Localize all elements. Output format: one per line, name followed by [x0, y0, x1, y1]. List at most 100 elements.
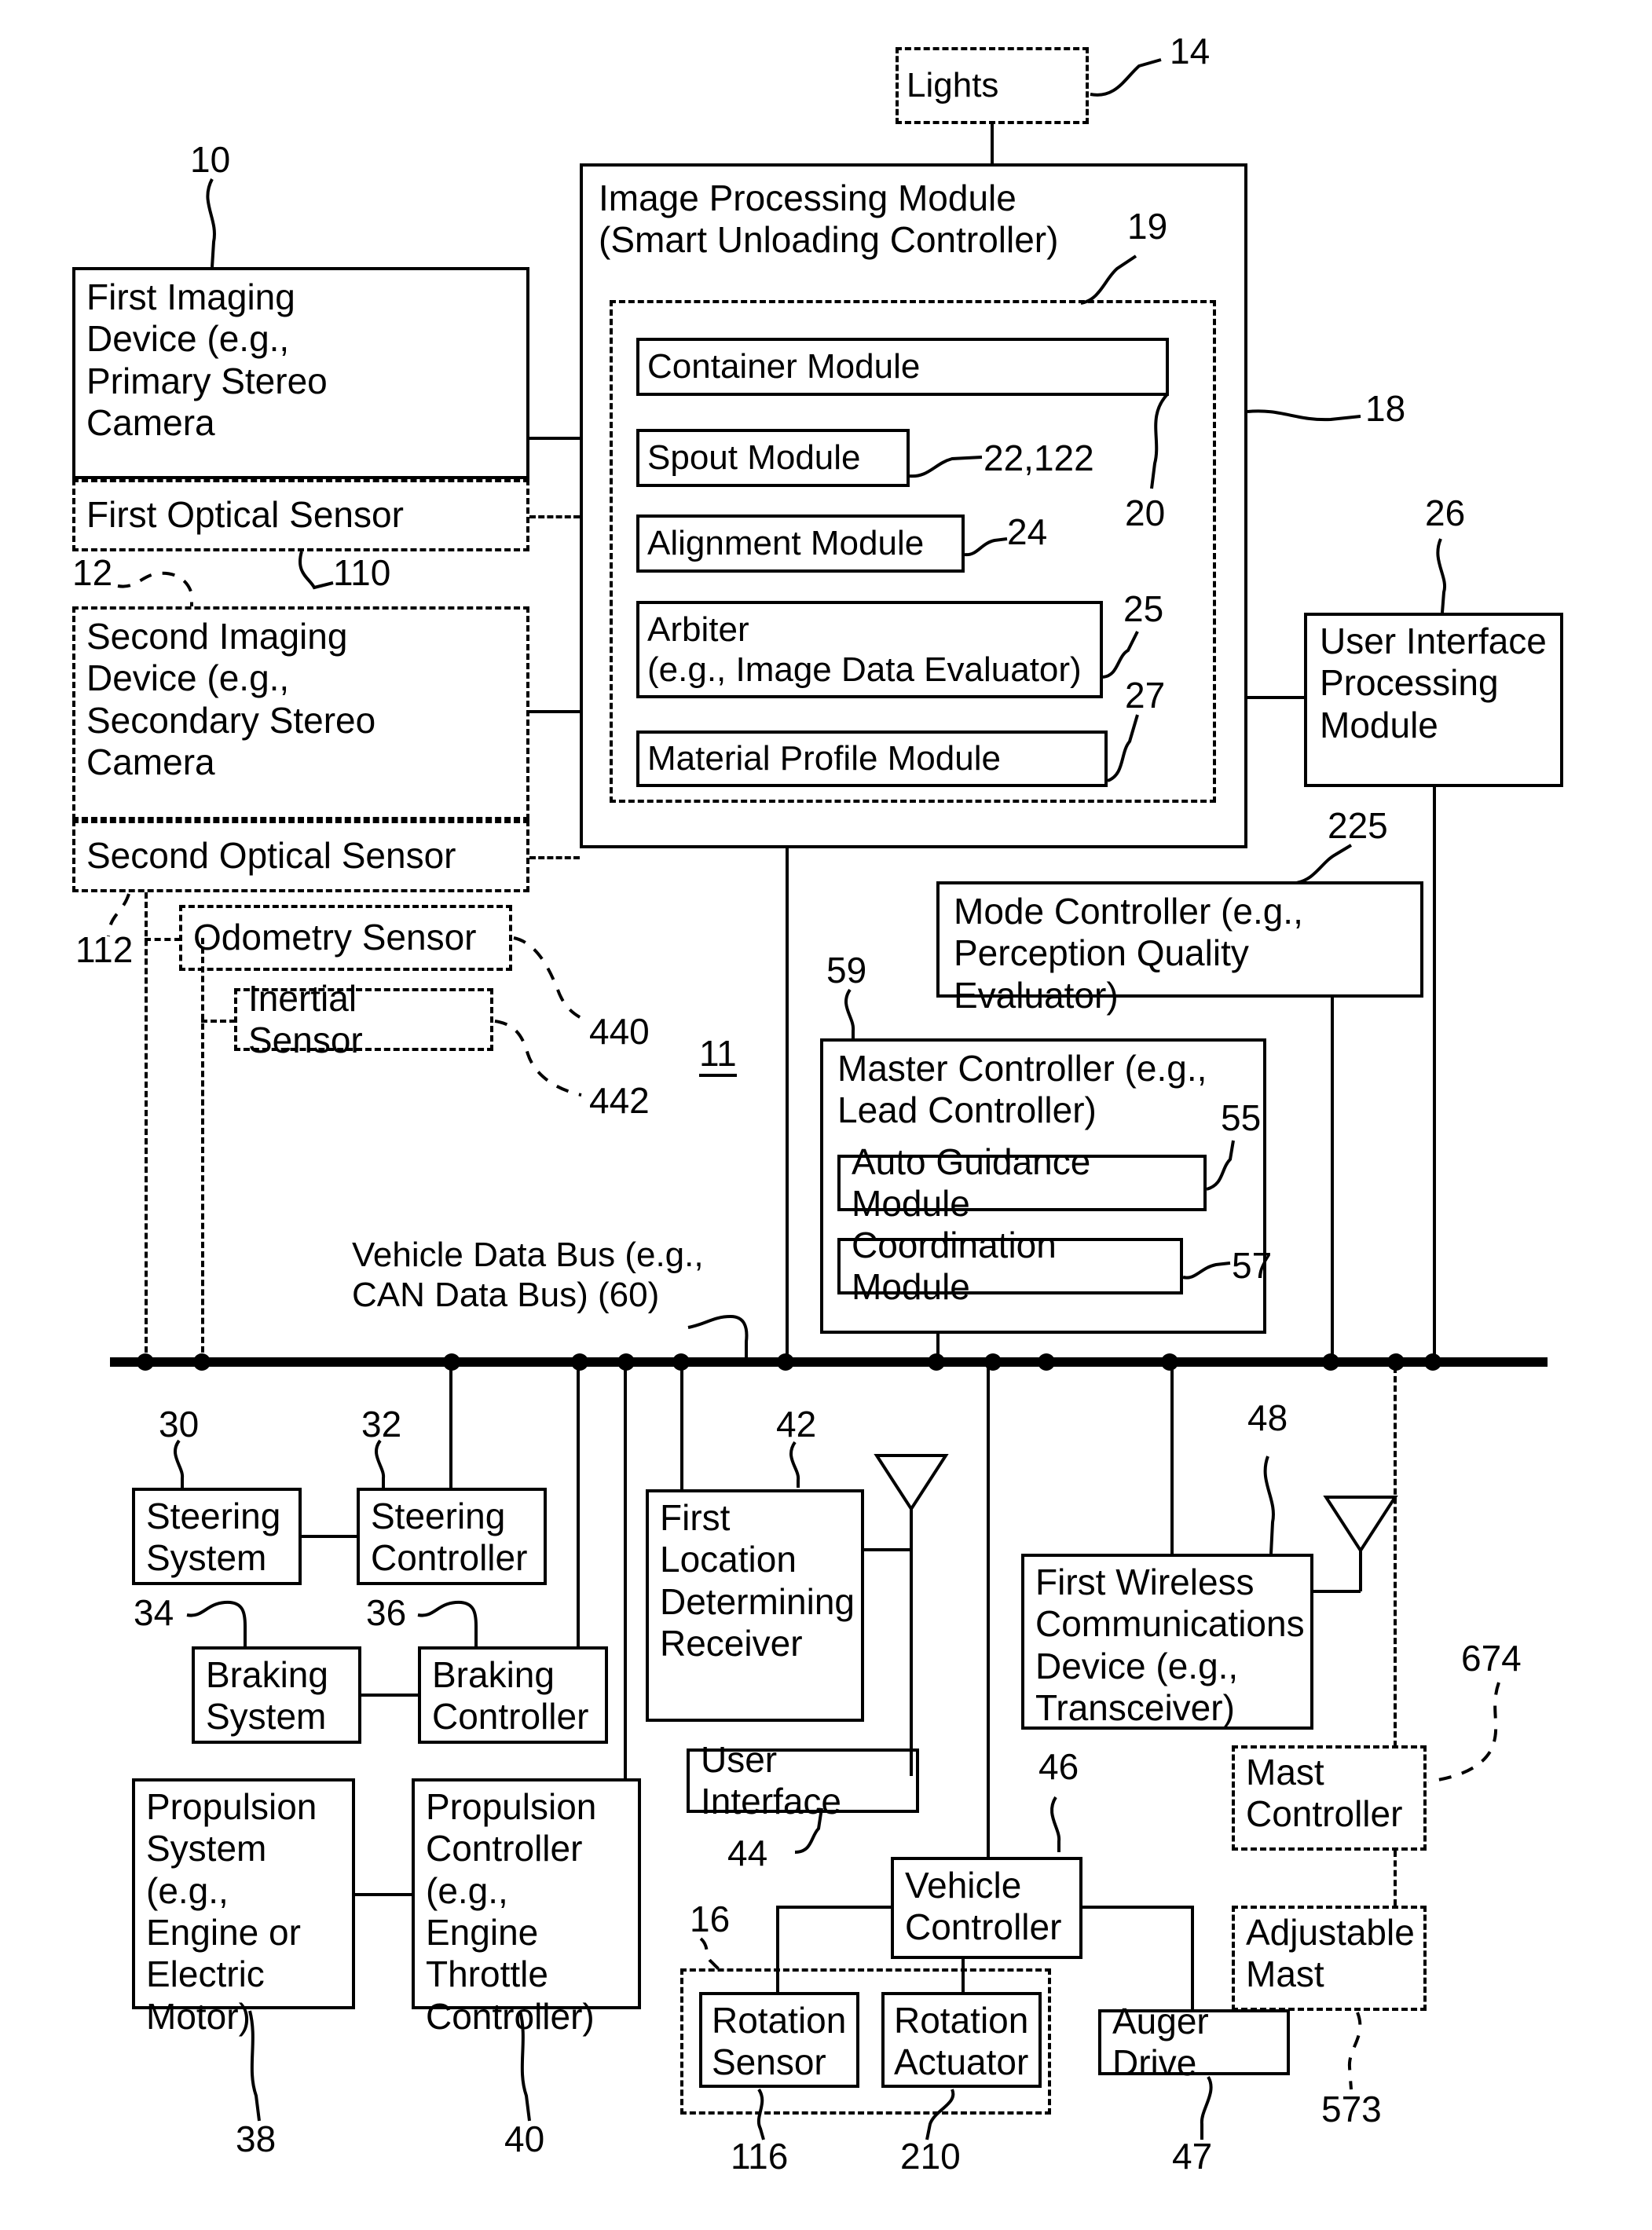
bus-node — [1322, 1353, 1339, 1371]
leader-674 — [1427, 1682, 1500, 1783]
block-second-imaging-device: Second Imaging Device (e.g., Secondary S… — [72, 606, 529, 820]
block-rotation-sensor: Rotation Sensor — [699, 1992, 859, 2088]
block-user-interface-label: User Interface — [701, 1738, 841, 1822]
block-odometry-sensor-label: Odometry Sensor — [193, 917, 477, 958]
block-braking-system: Braking System — [192, 1646, 361, 1744]
block-user-interface: User Interface — [687, 1739, 919, 1822]
line-fos-to-ipm — [529, 515, 580, 518]
block-first-wireless-communications-device-label: First Wireless Communications Device (e.… — [1035, 1562, 1305, 1729]
ref-34: 34 — [134, 1592, 174, 1633]
block-mast-controller: Mast Controller — [1232, 1745, 1427, 1851]
block-container-module-label: Container Module — [647, 347, 921, 386]
block-first-location-determining-receiver-label: First Location Determining Receiver — [660, 1497, 855, 1664]
block-image-processing-module-label: Image Processing Module (Smart Unloading… — [599, 178, 1059, 261]
line-vehicle-controller-to-bus — [987, 1367, 990, 1857]
block-alignment-module: Alignment Module — [636, 514, 965, 573]
ref-11: 11 — [699, 1035, 737, 1077]
leader-110 — [299, 551, 334, 590]
ref-674: 674 — [1461, 1638, 1522, 1679]
line-braking-controller-to-bus — [577, 1367, 580, 1646]
leader-46 — [1050, 1796, 1061, 1852]
line-braking-system-to-controller — [361, 1694, 418, 1697]
block-second-optical-sensor-label: Second Optical Sensor — [86, 835, 456, 877]
block-coordination-module: Coordination Module — [837, 1225, 1183, 1307]
ref-42: 42 — [776, 1404, 817, 1445]
leader-440 — [513, 936, 588, 1023]
ref-44: 44 — [727, 1833, 768, 1873]
line-vc-to-rotation-sensor-h — [776, 1906, 891, 1909]
line-fldr-to-bus — [680, 1367, 683, 1489]
line-inertial-left — [201, 1020, 236, 1023]
line-mode-controller-drop-to-bus — [1331, 998, 1334, 1362]
block-auto-guidance-module-label: Auto Guidance Module — [852, 1141, 1091, 1224]
block-mode-controller: Mode Controller (e.g., Perception Qualit… — [936, 881, 1423, 1016]
ref-112: 112 — [75, 929, 134, 970]
block-alignment-module-label: Alignment Module — [647, 524, 925, 563]
ref-22-122: 22,122 — [984, 438, 1094, 478]
block-material-profile-module-label: Material Profile Module — [647, 739, 1001, 778]
ref-14: 14 — [1170, 31, 1211, 71]
block-second-imaging-device-label: Second Imaging Device (e.g., Secondary S… — [86, 616, 376, 783]
block-inertial-sensor-label: Inertial Sensor — [248, 977, 363, 1060]
ref-26: 26 — [1425, 493, 1466, 533]
line-mast-controller-to-adjustable-mast — [1394, 1851, 1397, 1906]
block-mast-controller-label: Mast Controller — [1246, 1752, 1403, 1835]
line-ipm-drop-to-bus — [786, 848, 789, 1362]
leader-26 — [1436, 538, 1447, 613]
ref-10: 10 — [190, 139, 231, 180]
line-sos-to-ipm — [529, 856, 580, 859]
ref-46: 46 — [1038, 1746, 1079, 1787]
block-steering-system: Steering System — [132, 1488, 302, 1585]
ref-573: 573 — [1321, 2089, 1382, 2129]
block-lights: Lights — [896, 47, 1089, 124]
block-arbiter-label: Arbiter (e.g., Image Data Evaluator) — [647, 610, 1082, 689]
leader-59 — [844, 988, 855, 1040]
block-vehicle-controller: Vehicle Controller — [891, 1857, 1082, 1959]
ref-110: 110 — [333, 552, 391, 593]
bus-node — [928, 1353, 945, 1371]
bus-node — [571, 1353, 588, 1371]
line-steering-controller-to-bus — [449, 1367, 452, 1488]
block-inertial-sensor: Inertial Sensor — [234, 978, 493, 1060]
block-odometry-sensor: Odometry Sensor — [179, 905, 512, 971]
line-lights-to-ipm — [991, 124, 994, 163]
ref-30: 30 — [159, 1404, 200, 1445]
ref-57: 57 — [1232, 1245, 1273, 1286]
ref-36: 36 — [366, 1592, 407, 1633]
block-auger-drive: Auger Drive — [1098, 2001, 1290, 2083]
block-adjustable-mast: Adjustable Mast — [1232, 1906, 1427, 2011]
ref-59: 59 — [826, 950, 867, 991]
ref-442: 442 — [589, 1080, 650, 1121]
block-first-optical-sensor: First Optical Sensor — [72, 479, 529, 551]
block-first-location-determining-receiver: First Location Determining Receiver — [646, 1489, 864, 1722]
line-ipm-to-uipm — [1247, 696, 1304, 699]
block-spout-module: Spout Module — [636, 429, 910, 487]
leader-573 — [1347, 2012, 1362, 2090]
line-vc-to-auger-h — [1082, 1906, 1194, 1909]
bus-node — [1424, 1353, 1441, 1371]
block-propulsion-system: Propulsion System (e.g., Engine or Elect… — [132, 1778, 355, 2037]
block-steering-controller-label: Steering Controller — [371, 1496, 528, 1579]
block-coordination-module-label: Coordination Module — [852, 1224, 1057, 1307]
block-propulsion-system-label: Propulsion System (e.g., Engine or Elect… — [146, 1786, 317, 2037]
ref-20: 20 — [1125, 493, 1166, 533]
line-vc-to-auger-v — [1191, 1906, 1194, 2009]
block-master-controller-label: Master Controller (e.g., Lead Controller… — [837, 1048, 1207, 1131]
block-first-imaging-device: First Imaging Device (e.g., Primary Ster… — [72, 267, 529, 479]
bus-node — [1038, 1353, 1055, 1371]
bus-node — [137, 1353, 154, 1371]
leader-36 — [417, 1600, 478, 1646]
line-sos-drop-to-bus — [145, 892, 148, 1362]
block-rotation-actuator-label: Rotation Actuator — [894, 2000, 1029, 2083]
line-vc-to-rotation-sensor-v — [776, 1906, 779, 1994]
ref-18: 18 — [1365, 388, 1406, 429]
line-fid-to-ipm — [529, 437, 580, 440]
block-material-profile-module: Material Profile Module — [636, 731, 1108, 787]
block-steering-controller: Steering Controller — [357, 1488, 547, 1585]
line-uipm-drop-to-bus — [1433, 787, 1436, 1362]
leader-442 — [494, 1020, 582, 1097]
leader-14 — [1090, 58, 1162, 97]
block-container-module: Container Module — [636, 338, 1169, 396]
line-steering-system-to-controller — [302, 1535, 357, 1538]
ref-24: 24 — [1007, 511, 1048, 552]
